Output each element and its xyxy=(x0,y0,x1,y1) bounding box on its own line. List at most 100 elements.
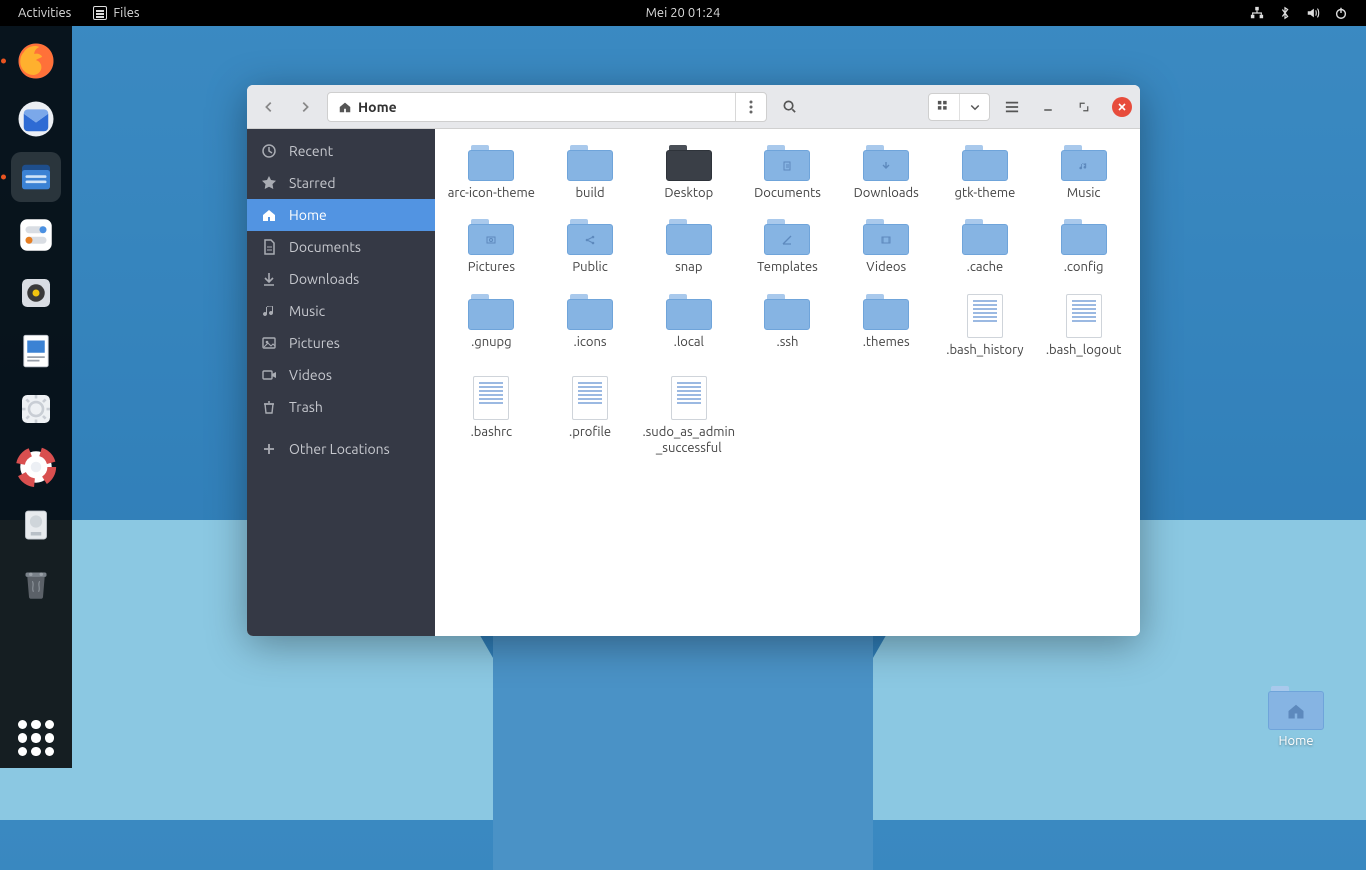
bluetooth-icon[interactable] xyxy=(1278,6,1292,20)
dock-libreoffice-writer[interactable] xyxy=(11,326,61,376)
file-item[interactable]: .local xyxy=(640,288,737,368)
file-item[interactable]: .icons xyxy=(542,288,639,368)
sidebar-item-label: Starred xyxy=(289,175,336,191)
file-item[interactable]: Desktop xyxy=(640,139,737,211)
network-icon[interactable] xyxy=(1250,6,1264,20)
dock-system-settings[interactable] xyxy=(11,384,61,434)
sidebar-item-other[interactable]: Other Locations xyxy=(247,433,435,465)
folder-icon xyxy=(468,145,514,181)
forward-button[interactable] xyxy=(291,93,319,121)
file-item[interactable]: .profile xyxy=(542,370,639,467)
file-label: .cache xyxy=(967,259,1004,275)
dock-trash[interactable] xyxy=(11,558,61,608)
sidebar-item-starred[interactable]: Starred xyxy=(247,167,435,199)
text-file-icon xyxy=(967,294,1003,338)
app-menu-button[interactable]: Files xyxy=(93,6,139,20)
music-icon xyxy=(261,303,277,319)
sidebar-item-downloads[interactable]: Downloads xyxy=(247,263,435,295)
search-button[interactable] xyxy=(775,93,803,121)
file-item[interactable]: .sudo_as_admin_successful xyxy=(640,370,737,467)
view-options-button[interactable] xyxy=(959,93,989,121)
sidebar-item-label: Trash xyxy=(289,399,323,415)
dock-help[interactable] xyxy=(11,442,61,492)
path-segment-home[interactable]: Home xyxy=(328,93,407,121)
file-item[interactable]: .bash_history xyxy=(937,288,1034,368)
file-item[interactable]: arc-icon-theme xyxy=(443,139,540,211)
sidebar-item-trash[interactable]: Trash xyxy=(247,391,435,423)
dock-settings-toggle[interactable] xyxy=(11,210,61,260)
star-icon xyxy=(261,175,277,191)
folder-icon xyxy=(468,294,514,330)
file-label: Desktop xyxy=(664,185,713,201)
folder-icon xyxy=(764,294,810,330)
dock-files[interactable] xyxy=(11,152,61,202)
show-applications-button[interactable] xyxy=(18,720,54,756)
file-item[interactable]: Videos xyxy=(838,213,935,285)
folder-icon xyxy=(567,145,613,181)
file-label: Public xyxy=(572,259,607,275)
sidebar-item-recent[interactable]: Recent xyxy=(247,135,435,167)
file-item[interactable]: Public xyxy=(542,213,639,285)
back-button[interactable] xyxy=(255,93,283,121)
file-item[interactable]: .cache xyxy=(937,213,1034,285)
sidebar-item-documents[interactable]: Documents xyxy=(247,231,435,263)
file-label: .gnupg xyxy=(471,334,512,350)
file-item[interactable]: .bash_logout xyxy=(1035,288,1132,368)
file-label: .themes xyxy=(863,334,910,350)
dock-disk[interactable] xyxy=(11,500,61,550)
vid-icon xyxy=(261,367,277,383)
files-view[interactable]: arc-icon-theme build Desktop Documents Downl… xyxy=(435,129,1140,636)
sidebar-item-label: Other Locations xyxy=(289,441,390,457)
file-label: Music xyxy=(1067,185,1101,201)
sidebar-item-videos[interactable]: Videos xyxy=(247,359,435,391)
dock-rhythmbox[interactable] xyxy=(11,268,61,318)
file-item[interactable]: .bashrc xyxy=(443,370,540,467)
minimize-button[interactable] xyxy=(1034,93,1062,121)
file-item[interactable]: Documents xyxy=(739,139,836,211)
file-item[interactable]: snap xyxy=(640,213,737,285)
folder-icon xyxy=(666,219,712,255)
sidebar-item-home[interactable]: Home xyxy=(247,199,435,231)
file-label: snap xyxy=(675,259,702,275)
power-icon[interactable] xyxy=(1334,6,1348,20)
file-item[interactable]: .config xyxy=(1035,213,1132,285)
file-item[interactable]: .ssh xyxy=(739,288,836,368)
volume-icon[interactable] xyxy=(1306,6,1320,20)
file-label: .config xyxy=(1064,259,1104,275)
plus-icon xyxy=(261,441,277,457)
sidebar-item-pictures[interactable]: Pictures xyxy=(247,327,435,359)
file-label: Documents xyxy=(754,185,821,201)
folder-icon xyxy=(468,219,514,255)
dock-firefox[interactable] xyxy=(11,36,61,86)
file-item[interactable]: Templates xyxy=(739,213,836,285)
hamburger-menu-button[interactable] xyxy=(998,93,1026,121)
desktop-icon-home[interactable]: Home xyxy=(1256,686,1336,748)
dock xyxy=(0,26,72,768)
file-label: .profile xyxy=(569,424,611,440)
file-item[interactable]: .themes xyxy=(838,288,935,368)
clock[interactable]: Mei 20 01:24 xyxy=(646,6,721,20)
folder-icon xyxy=(1061,219,1107,255)
file-label: arc-icon-theme xyxy=(448,185,535,201)
file-item[interactable]: build xyxy=(542,139,639,211)
dock-thunderbird[interactable] xyxy=(11,94,61,144)
close-button[interactable] xyxy=(1112,97,1132,117)
sidebar-item-label: Recent xyxy=(289,143,333,159)
file-label: .icons xyxy=(574,334,607,350)
sidebar-item-music[interactable]: Music xyxy=(247,295,435,327)
folder-icon xyxy=(962,145,1008,181)
path-bar[interactable]: Home xyxy=(327,92,767,122)
file-label: build xyxy=(575,185,604,201)
file-item[interactable]: Music xyxy=(1035,139,1132,211)
file-item[interactable]: Downloads xyxy=(838,139,935,211)
activities-button[interactable]: Activities xyxy=(18,6,71,20)
trash-icon xyxy=(261,399,277,415)
top-panel: Activities Files Mei 20 01:24 xyxy=(0,0,1366,26)
file-item[interactable]: .gnupg xyxy=(443,288,540,368)
file-label: gtk-theme xyxy=(955,185,1016,201)
maximize-button[interactable] xyxy=(1070,93,1098,121)
icon-view-button[interactable] xyxy=(929,93,959,121)
file-item[interactable]: gtk-theme xyxy=(937,139,1034,211)
path-menu-button[interactable] xyxy=(736,100,766,114)
file-item[interactable]: Pictures xyxy=(443,213,540,285)
